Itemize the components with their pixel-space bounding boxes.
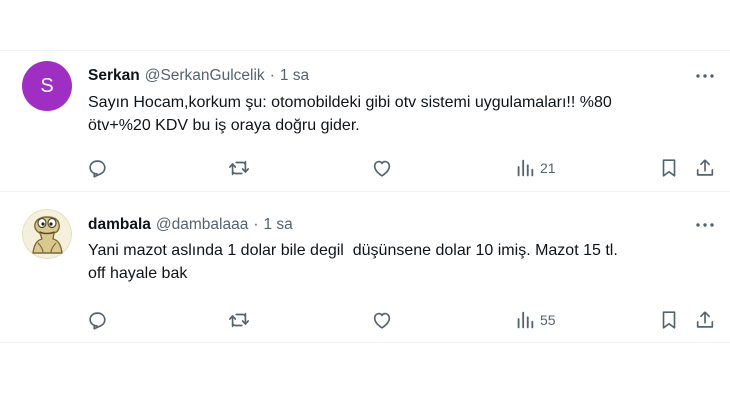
tweet-header: Serkan @SerkanGulcelik · 1 sa xyxy=(88,66,309,86)
tweet-header: dambala @dambalaaa · 1 sa xyxy=(88,215,293,235)
author-name[interactable]: dambala xyxy=(88,216,151,234)
tweet-actions: 21 xyxy=(0,156,730,180)
tweet-text: Yani mazot aslında 1 dolar bile degil dü… xyxy=(88,242,618,282)
retweet-button[interactable] xyxy=(228,156,250,180)
like-button[interactable] xyxy=(371,308,393,332)
separator-dot: · xyxy=(253,216,259,233)
retweet-icon xyxy=(228,309,250,331)
share-button[interactable] xyxy=(694,308,716,332)
bookmark-icon xyxy=(658,309,680,331)
views-button[interactable]: 55 xyxy=(514,308,556,332)
tweet[interactable]: S Serkan @SerkanGulcelik · 1 sa Sayın Ho… xyxy=(0,50,730,192)
retweet-icon xyxy=(228,157,250,179)
more-options-icon[interactable] xyxy=(694,216,716,234)
author-name[interactable]: Serkan xyxy=(88,67,140,85)
views-button[interactable]: 21 xyxy=(514,156,556,180)
author-handle[interactable]: @SerkanGulcelik xyxy=(145,67,265,85)
avatar[interactable] xyxy=(22,209,72,259)
share-button[interactable] xyxy=(694,156,716,180)
share-icon xyxy=(694,309,716,331)
views-chart-icon xyxy=(514,157,536,179)
cartoon-character-avatar-icon xyxy=(22,209,72,259)
retweet-button[interactable] xyxy=(228,308,250,332)
avatar[interactable]: S xyxy=(22,61,72,111)
reply-icon xyxy=(86,157,108,179)
like-button[interactable] xyxy=(371,156,393,180)
timestamp[interactable]: 1 sa xyxy=(280,67,309,85)
tweet-actions: 55 xyxy=(0,308,730,332)
reply-button[interactable] xyxy=(86,156,108,180)
share-icon xyxy=(694,157,716,179)
timestamp[interactable]: 1 sa xyxy=(264,216,293,234)
reply-icon xyxy=(86,309,108,331)
heart-icon xyxy=(371,309,393,331)
avatar-letter: S xyxy=(40,74,54,97)
heart-icon xyxy=(371,157,393,179)
views-count: 55 xyxy=(540,312,556,328)
author-handle[interactable]: @dambalaaa xyxy=(156,216,248,234)
reply-button[interactable] xyxy=(86,308,108,332)
bookmark-icon xyxy=(658,157,680,179)
bookmark-button[interactable] xyxy=(658,308,680,332)
more-options-icon[interactable] xyxy=(694,67,716,85)
bookmark-button[interactable] xyxy=(658,156,680,180)
views-chart-icon xyxy=(514,309,536,331)
tweet-text: Sayın Hocam,korkum şu: otomobildeki gibi… xyxy=(88,94,612,134)
tweet[interactable]: dambala @dambalaaa · 1 sa Yani mazot asl… xyxy=(0,193,730,343)
separator-dot: · xyxy=(269,67,275,84)
views-count: 21 xyxy=(540,160,556,176)
